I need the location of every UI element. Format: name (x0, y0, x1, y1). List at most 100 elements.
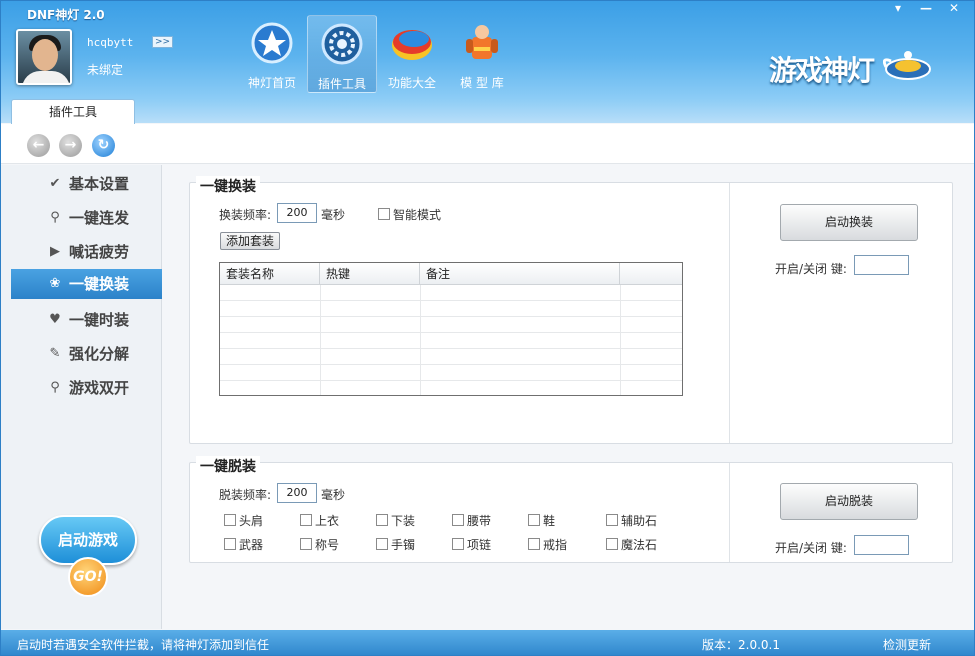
header: DNF神灯 2.0 ▾ — ✕ hcqbytt >> 未绑定 神灯首页 插件工具… (1, 1, 974, 125)
slot-checkbox[interactable] (528, 514, 540, 526)
nav-home[interactable]: 神灯首页 (237, 15, 307, 93)
start-game-button[interactable]: 启动游戏 GO! (39, 509, 137, 601)
slot-checkbox[interactable] (300, 538, 312, 550)
nav-plugin-tools[interactable]: 插件工具 (307, 15, 377, 93)
gear-icon (321, 23, 363, 65)
unequip-freq-input[interactable]: 200 (277, 483, 317, 503)
table-row[interactable] (220, 301, 682, 317)
avatar[interactable] (16, 29, 72, 85)
column-header: 备注 (420, 263, 620, 285)
sidebar-item-label: 一键时装 (69, 311, 130, 329)
version-label: 版本：2.0.0.1 (702, 638, 780, 652)
equip-freq-unit: 毫秒 (321, 208, 346, 222)
unequip-freq-unit: 毫秒 (321, 488, 346, 502)
go-badge: GO! (68, 557, 108, 597)
refresh-button[interactable]: ↻ (92, 134, 115, 157)
slot-checkbox[interactable] (606, 514, 618, 526)
slot-label: 鞋 (543, 514, 556, 528)
forward-button[interactable]: → (59, 134, 82, 157)
unequip-hotkey-label: 开启/关闭 键: (775, 541, 847, 555)
slot-label: 上衣 (315, 514, 340, 528)
slot-checkbox[interactable] (606, 538, 618, 550)
slot-label: 戒指 (543, 538, 568, 552)
brand-logo: 游戏神灯 (769, 54, 875, 87)
equip-hotkey-input[interactable] (854, 255, 909, 275)
slot-label: 手镯 (391, 538, 416, 552)
sidebar-item-label: 基本设置 (69, 175, 130, 193)
main-nav: 神灯首页 插件工具 功能大全 模 型 库 (237, 15, 517, 93)
sidebar-item-fashion[interactable]: ♥ 一键时装 (11, 305, 162, 335)
app-window: DNF神灯 2.0 ▾ — ✕ hcqbytt >> 未绑定 神灯首页 插件工具… (0, 0, 975, 656)
menu-button[interactable]: ▾ (884, 1, 912, 17)
panel-divider (729, 463, 730, 562)
arrow-left-icon: ← (32, 137, 45, 153)
smart-mode-checkbox[interactable] (378, 208, 390, 220)
minimize-button[interactable]: — (912, 1, 940, 17)
nav-label: 神灯首页 (247, 76, 296, 90)
slot-checkbox[interactable] (452, 538, 464, 550)
unequip-panel: 一键脱装 脱装频率: 200 毫秒 头肩 上衣 下装 腰带 鞋 辅助石 武器 称… (189, 456, 953, 563)
refresh-icon: ↻ (97, 137, 110, 153)
smart-mode-label: 智能模式 (393, 208, 442, 222)
app-title: DNF神灯 2.0 (27, 8, 105, 22)
equip-panel: 一键换装 换装频率: 200 毫秒 智能模式 添加套装 套装名称 热键 备注 启… (189, 176, 953, 444)
add-set-button[interactable]: 添加套装 (220, 232, 281, 250)
slot-checkbox[interactable] (224, 514, 236, 526)
sidebar-item-label: 一键换装 (69, 275, 130, 293)
nav-label: 插件工具 (317, 77, 366, 91)
equip-freq-input[interactable]: 200 (277, 203, 317, 223)
set-table: 套装名称 热键 备注 (219, 262, 683, 396)
panel-divider (729, 183, 730, 443)
slot-label: 辅助石 (621, 514, 658, 528)
table-row[interactable] (220, 285, 682, 301)
equip-panel-title: 一键换装 (196, 176, 260, 196)
slot-checkbox[interactable] (376, 514, 388, 526)
start-unequip-button[interactable]: 启动脱装 (780, 483, 918, 520)
equip-hotkey-label: 开启/关闭 键: (775, 262, 847, 276)
tab-plugin-tools[interactable]: 插件工具 (11, 99, 135, 125)
sidebar-item-label: 喊话疲劳 (69, 243, 130, 261)
column-header: 套装名称 (220, 263, 320, 285)
unequip-hotkey-input[interactable] (854, 535, 909, 555)
column-header: 热键 (320, 263, 420, 285)
sidebar-item-shout-fatigue[interactable]: ▶ 喊话疲劳 (11, 237, 162, 267)
slot-label: 下装 (391, 514, 416, 528)
slot-label: 腰带 (467, 514, 492, 528)
table-row[interactable] (220, 317, 682, 333)
globe-icon (392, 30, 432, 60)
slot-checkbox[interactable] (528, 538, 540, 550)
expand-user-button[interactable]: >> (152, 36, 173, 48)
nav-model-library[interactable]: 模 型 库 (447, 15, 517, 93)
status-message: 启动时若遇安全软件拦截，请将神灯添加到信任 (17, 638, 270, 652)
sidebar-item-auto-fire[interactable]: ⚲ 一键连发 (11, 203, 162, 233)
sidebar-item-label: 强化分解 (69, 345, 130, 363)
sidebar-item-multi-open[interactable]: ⚲ 游戏双开 (11, 373, 162, 403)
magic-lamp-icon (883, 51, 931, 80)
toolbar: ← → ↻ (1, 124, 974, 164)
back-button[interactable]: ← (27, 134, 50, 157)
sidebar-item-equip-swap[interactable]: ❀ 一键换装 (11, 269, 162, 299)
slot-checkbox[interactable] (224, 538, 236, 550)
table-row[interactable] (220, 333, 682, 349)
nav-features[interactable]: 功能大全 (377, 15, 447, 93)
table-row[interactable] (220, 349, 682, 365)
status-bar: 启动时若遇安全软件拦截，请将神灯添加到信任 版本：2.0.0.1 检测更新 (1, 630, 974, 655)
star-icon (251, 22, 293, 64)
slot-checkbox[interactable] (300, 514, 312, 526)
sidebar-item-enhance[interactable]: ✎ 强化分解 (11, 339, 162, 369)
slot-label: 头肩 (239, 514, 264, 528)
unequip-freq-label: 脱装频率: (219, 488, 272, 502)
sidebar-item-basic-settings[interactable]: ✔ 基本设置 (11, 169, 162, 199)
arrow-right-icon: → (64, 137, 77, 153)
username: hcqbytt (87, 36, 134, 49)
bind-status[interactable]: 未绑定 (87, 61, 123, 78)
wrench-icon: ✎ (49, 346, 61, 361)
play-icon: ▶ (50, 244, 60, 259)
heart-icon: ♥ (49, 312, 61, 327)
check-update-link[interactable]: 检测更新 (883, 636, 931, 653)
table-row[interactable] (220, 365, 682, 381)
slot-checkbox[interactable] (376, 538, 388, 550)
close-button[interactable]: ✕ (940, 1, 968, 17)
start-equip-button[interactable]: 启动换装 (780, 204, 918, 241)
slot-checkbox[interactable] (452, 514, 464, 526)
